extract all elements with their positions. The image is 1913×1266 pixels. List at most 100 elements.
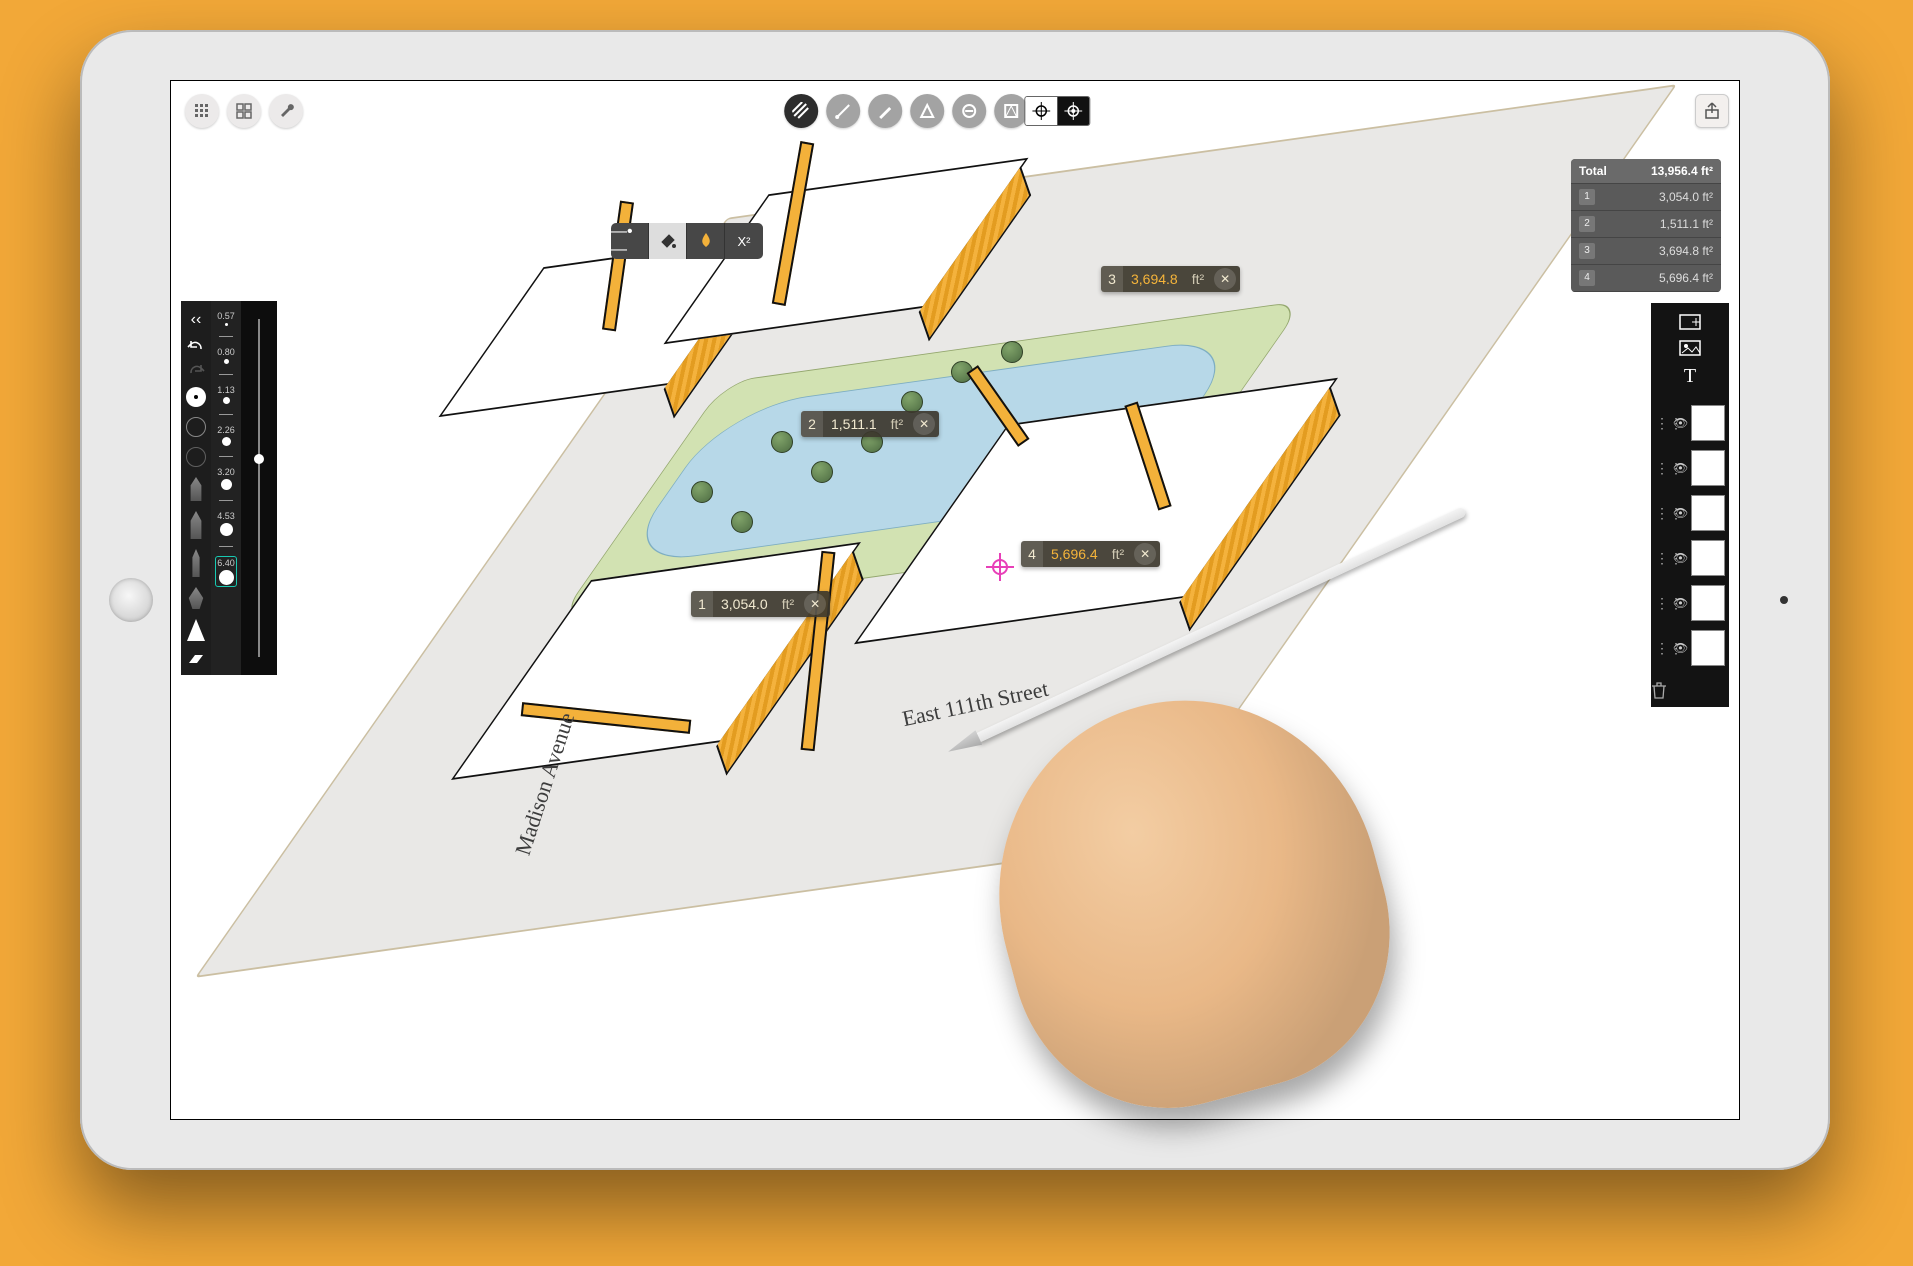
tree-icon [691, 481, 713, 503]
drag-handle-icon[interactable]: ⋮⋮ [1655, 550, 1669, 567]
area-row[interactable]: 4 5,696.4 ft² [1571, 265, 1721, 292]
crosshair-cursor [986, 553, 1014, 581]
area-summary-panel: Total 13,956.4 ft² 13,054.0 ft²21,511.1 … [1571, 159, 1721, 292]
visibility-toggle-icon[interactable]: 👁 [1673, 416, 1687, 430]
tag-close-button[interactable]: ✕ [804, 593, 826, 615]
brush-scale-step[interactable]: 3.20 [217, 467, 235, 490]
tree-icon [901, 391, 923, 413]
layer-thumbnail [1691, 495, 1725, 531]
pencil-brush[interactable] [187, 477, 205, 501]
tag-value: 1,511.1 [823, 416, 885, 432]
measurement-tag[interactable]: 13,054.0ft²✕ [691, 591, 830, 617]
settings-button[interactable] [269, 94, 303, 128]
tag-index: 2 [801, 411, 823, 437]
opacity-slider[interactable] [258, 319, 260, 657]
home-button[interactable] [109, 578, 153, 622]
layer-row[interactable]: ⋮⋮ 👁 [1655, 402, 1725, 444]
undo-button[interactable] [187, 339, 205, 353]
layer-row[interactable]: ⋮⋮ 👁 [1655, 582, 1725, 624]
area-row-value: 1,511.1 ft² [1660, 217, 1713, 231]
apps-button[interactable] [227, 94, 261, 128]
area-row-value: 3,694.8 ft² [1659, 244, 1713, 258]
eraser-brush[interactable] [187, 651, 205, 665]
drag-handle-icon[interactable]: ⋮⋮ [1655, 505, 1669, 522]
bucket-fill-button[interactable] [649, 223, 687, 259]
area-row[interactable]: 13,054.0 ft² [1571, 184, 1721, 211]
brush-scale-step[interactable]: 6.40 [216, 557, 236, 586]
area-total-row: Total 13,956.4 ft² [1571, 159, 1721, 184]
grid-menu-button[interactable] [185, 94, 219, 128]
delete-layer-button[interactable] [1651, 673, 1729, 707]
tag-close-button[interactable]: ✕ [1214, 268, 1236, 290]
drag-handle-icon[interactable]: ⋮⋮ [1655, 595, 1669, 612]
visibility-toggle-icon[interactable]: 👁 [1673, 461, 1687, 475]
tag-close-button[interactable]: ✕ [1134, 543, 1156, 565]
layer-thumbnail [1691, 450, 1725, 486]
redo-button[interactable] [187, 363, 205, 377]
highlighter-brush[interactable] [187, 587, 205, 609]
brush-scale-step[interactable]: 0.80 [217, 347, 235, 364]
new-image-layer-button[interactable] [1678, 339, 1702, 357]
measurement-tag[interactable]: 33,694.8ft²✕ [1101, 266, 1240, 292]
brush-scale-step[interactable]: 0.57 [217, 311, 235, 326]
drawing-canvas[interactable]: Madison Avenue East 111th Street [171, 81, 1739, 1119]
layer-thumbnail [1691, 585, 1725, 621]
layer-row[interactable]: ⋮⋮ 👁 [1655, 492, 1725, 534]
new-text-layer-button[interactable]: T [1684, 365, 1696, 388]
layer-row[interactable]: ⋮⋮ 👁 [1655, 447, 1725, 489]
collapse-button[interactable]: ‹‹ [191, 311, 202, 329]
brush-scale-step[interactable]: 2.26 [217, 425, 235, 446]
brush-scale-step[interactable]: 4.53 [217, 511, 235, 536]
tag-value: 5,696.4 [1043, 546, 1106, 562]
stroke-width-rect-2[interactable] [186, 447, 206, 467]
exponent-button[interactable]: X² [725, 223, 763, 259]
hatch-tool-button[interactable] [784, 94, 818, 128]
visibility-toggle-icon[interactable]: 👁 [1673, 596, 1687, 610]
area-row[interactable]: 33,694.8 ft² [1571, 238, 1721, 265]
top-toolbar [181, 91, 1729, 131]
stroke-width-rect[interactable] [186, 417, 206, 437]
tag-close-button[interactable]: ✕ [913, 413, 935, 435]
tag-unit: ft² [1186, 271, 1210, 287]
new-shape-layer-button[interactable] [1678, 313, 1702, 331]
tag-index: 3 [1101, 266, 1123, 292]
shape-tool-button[interactable] [910, 94, 944, 128]
erase-tool-button[interactable] [952, 94, 986, 128]
visibility-toggle-icon[interactable]: 👁 [1673, 506, 1687, 520]
drag-handle-icon[interactable]: ⋮⋮ [1655, 460, 1669, 477]
area-row[interactable]: 21,511.1 ft² [1571, 211, 1721, 238]
brush-size-dot-1[interactable] [186, 387, 206, 407]
visibility-toggle-icon[interactable]: 👁 [1673, 641, 1687, 655]
measurement-tag[interactable]: 45,696.4ft²✕ [1021, 541, 1160, 567]
text-tool-button[interactable] [994, 94, 1028, 128]
line-tool-button[interactable] [826, 94, 860, 128]
pen-brush[interactable] [187, 511, 205, 539]
snap-center-icon [1057, 97, 1089, 125]
drag-handle-icon[interactable]: ⋮⋮ [1655, 415, 1669, 432]
brush-scale-step[interactable]: 1.13 [217, 385, 235, 404]
marker-brush[interactable] [187, 549, 205, 577]
blend-button[interactable] [687, 223, 725, 259]
area-total-value: 13,956.4 ft² [1651, 164, 1713, 178]
snap-toggle[interactable] [1024, 96, 1090, 126]
share-button[interactable] [1695, 94, 1729, 128]
area-total-label: Total [1579, 164, 1607, 178]
line-style-button[interactable]: —•— [611, 223, 649, 259]
tree-icon [771, 431, 793, 453]
area-row-index: 4 [1579, 270, 1595, 286]
tree-icon [1001, 341, 1023, 363]
slider-knob[interactable] [254, 454, 264, 464]
layer-row[interactable]: ⋮⋮ 👁 [1655, 537, 1725, 579]
measurement-tag[interactable]: 21,511.1ft²✕ [801, 411, 939, 437]
layer-thumbnail [1691, 405, 1725, 441]
fill-toolbar: —•— X² [611, 223, 763, 259]
ipad-frame: Madison Avenue East 111th Street [80, 30, 1830, 1170]
tag-value: 3,694.8 [1123, 271, 1186, 287]
area-row-value: 5,696.4 ft² [1659, 271, 1713, 285]
drag-handle-icon[interactable]: ⋮⋮ [1655, 640, 1669, 657]
nib-brush[interactable] [187, 619, 205, 641]
pen-tool-button[interactable] [868, 94, 902, 128]
visibility-toggle-icon[interactable]: 👁 [1673, 551, 1687, 565]
camera-dot [1780, 596, 1788, 604]
layer-row[interactable]: ⋮⋮ 👁 [1655, 627, 1725, 669]
